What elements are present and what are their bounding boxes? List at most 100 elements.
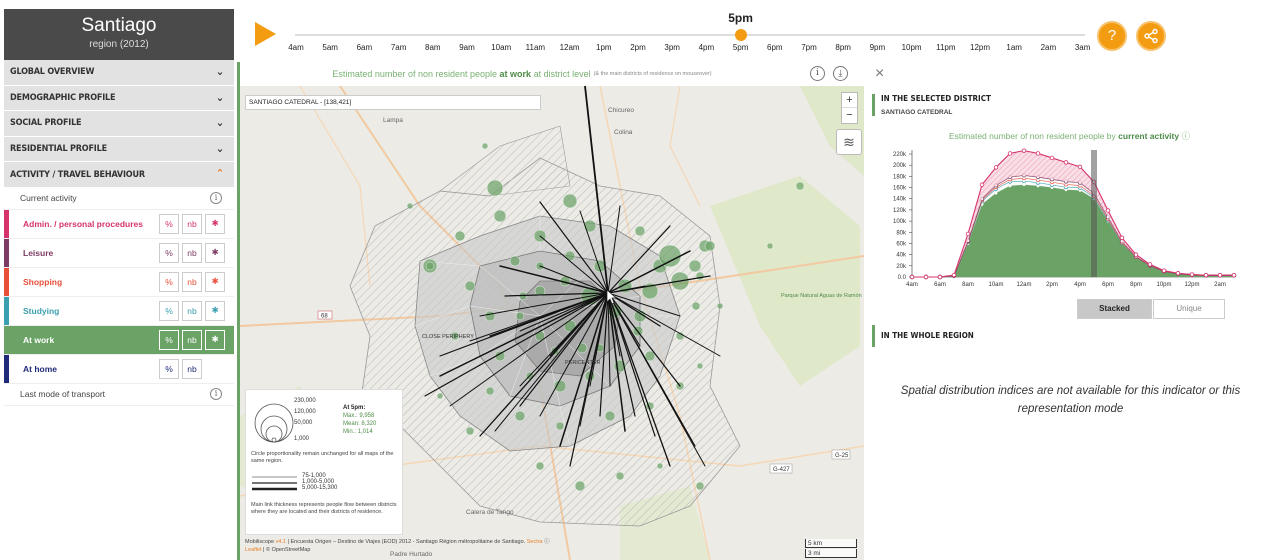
zoom-in-button[interactable]: + (842, 93, 857, 108)
time-tick[interactable]: 6pm (767, 43, 783, 52)
district-circle (576, 342, 588, 354)
time-tick[interactable]: 1pm (596, 43, 612, 52)
series-point (1203, 272, 1209, 278)
series-point (965, 231, 971, 237)
percent-button[interactable]: % (159, 213, 179, 234)
section-activity-travel[interactable]: ACTIVITY / TRAVEL BEHAVIOUR ⌃ (4, 162, 234, 188)
last-mode-row[interactable]: Last mode of transport i (4, 384, 234, 406)
info-icon[interactable]: ⓘ (1181, 131, 1190, 141)
x-tick-label: 4pm (1074, 282, 1086, 288)
section-residential-profile[interactable]: RESIDENTIAL PROFILE ⌄ (4, 136, 234, 163)
nb-button[interactable]: nb (182, 213, 202, 234)
stacked-toggle[interactable]: Stacked (1077, 299, 1152, 319)
download-icon[interactable]: ⤓ (833, 66, 848, 81)
info-icon[interactable]: i (810, 66, 825, 81)
play-icon[interactable] (255, 22, 276, 46)
time-tick[interactable]: 11am (526, 43, 545, 52)
time-slider-handle[interactable] (734, 29, 747, 41)
series-point (1035, 151, 1041, 156)
legend-link-note: Main link thickness represents people fl… (251, 502, 397, 515)
nb-button[interactable]: nb (182, 329, 202, 350)
road-shield-label: 68 (321, 314, 328, 320)
selected-district-heading-text: IN THE SELECTED DISTRICT (881, 94, 991, 103)
activity-studying: Studying % nb ✱ (4, 296, 234, 326)
star-button[interactable]: ✱ (205, 329, 225, 350)
district-circle (696, 362, 704, 370)
percent-button[interactable]: % (159, 271, 179, 292)
district-circle (535, 461, 545, 471)
time-tick[interactable]: 4pm (699, 43, 715, 52)
info-icon[interactable]: i (210, 192, 222, 205)
district-circle (634, 225, 646, 237)
time-tick[interactable]: 8pm (835, 43, 851, 52)
time-slider-track[interactable] (295, 34, 1085, 36)
time-tick[interactable]: 10am (491, 43, 511, 52)
time-tick[interactable]: 5pm (733, 43, 749, 52)
nb-button[interactable]: nb (182, 242, 202, 263)
district-circle (493, 209, 507, 223)
region-label: region (2012) (89, 39, 149, 50)
section-demographic-profile[interactable]: DEMOGRAPHIC PROFILE ⌄ (4, 85, 234, 112)
time-tick[interactable]: 9am (459, 43, 475, 52)
time-tick[interactable]: 7am (391, 43, 407, 52)
place-label: CLOSE PERIPHERY (422, 334, 474, 340)
time-tick[interactable]: 7pm (801, 43, 817, 52)
attribution-sectra-link[interactable]: Sectra (527, 539, 543, 545)
time-tick[interactable]: 5am (322, 43, 338, 52)
map-canvas[interactable]: Lampa Chicureo Colina CLOSE PERIPHERY PE… (240, 86, 864, 560)
star-button[interactable]: ✱ (205, 213, 225, 234)
zoom-out-button[interactable]: − (842, 108, 857, 123)
percent-button[interactable]: % (159, 329, 179, 350)
section-label: SOCIAL PROFILE (10, 118, 82, 129)
section-global-overview[interactable]: GLOBAL OVERVIEW ⌄ (4, 60, 234, 86)
attribution-leaflet-link[interactable]: Leaflet (245, 547, 262, 553)
share-button[interactable] (1136, 21, 1166, 51)
district-circle (795, 181, 805, 191)
star-button[interactable]: ✱ (205, 300, 225, 321)
percent-button[interactable]: % (159, 242, 179, 263)
map-header-pre: Estimated number of non resident people (332, 69, 498, 79)
time-tick[interactable]: 3am (1075, 43, 1091, 52)
percent-button[interactable]: % (159, 300, 179, 321)
close-icon[interactable]: × (875, 65, 884, 83)
series-point (1189, 272, 1195, 277)
time-tick[interactable]: 2am (1041, 43, 1057, 52)
x-tick-label: 4am (906, 282, 918, 288)
district-circle (766, 242, 774, 250)
layers-button[interactable]: ≋ (836, 129, 862, 155)
help-button[interactable]: ? (1097, 21, 1127, 51)
time-tick[interactable]: 12am (560, 43, 580, 52)
y-tick-label: 160k (893, 186, 907, 192)
selected-district-tag: SANTIAGO CATEDRAL - [138,421] (245, 95, 541, 110)
info-icon[interactable]: ⓘ (544, 539, 550, 545)
time-tick[interactable]: 8am (425, 43, 441, 52)
time-tick[interactable]: 3pm (664, 43, 680, 52)
district-circle (406, 202, 414, 210)
info-icon[interactable]: i (210, 388, 222, 401)
percent-button[interactable]: % (159, 358, 179, 379)
district-circle (465, 426, 475, 436)
district-circle (656, 462, 664, 470)
section-social-profile[interactable]: SOCIAL PROFILE ⌄ (4, 111, 234, 137)
time-tick[interactable]: 6am (357, 43, 373, 52)
time-tick[interactable]: 10pm (902, 43, 922, 52)
time-tick[interactable]: 12pm (970, 43, 990, 52)
star-button[interactable]: ✱ (205, 242, 225, 263)
map-scale: 5 km 3 mi (805, 539, 857, 559)
activity-shopping: Shopping % nb ✱ (4, 267, 234, 297)
time-tick[interactable]: 1am (1006, 43, 1022, 52)
nb-button[interactable]: nb (182, 358, 202, 379)
nb-button[interactable]: nb (182, 271, 202, 292)
time-tick[interactable]: 4am (288, 43, 304, 52)
time-tick[interactable]: 11pm (936, 43, 955, 52)
time-tick[interactable]: 2pm (630, 43, 646, 52)
unique-toggle[interactable]: Unique (1153, 299, 1225, 319)
city-name: Santiago (81, 15, 157, 36)
time-tick[interactable]: 9pm (870, 43, 886, 52)
attribution-version-link[interactable]: v4.1 (276, 539, 286, 545)
star-button[interactable]: ✱ (205, 271, 225, 292)
district-circle (486, 179, 504, 197)
activity-label: Leisure (23, 247, 54, 258)
legend-size-value: 120,000 (294, 409, 316, 415)
nb-button[interactable]: nb (182, 300, 202, 321)
